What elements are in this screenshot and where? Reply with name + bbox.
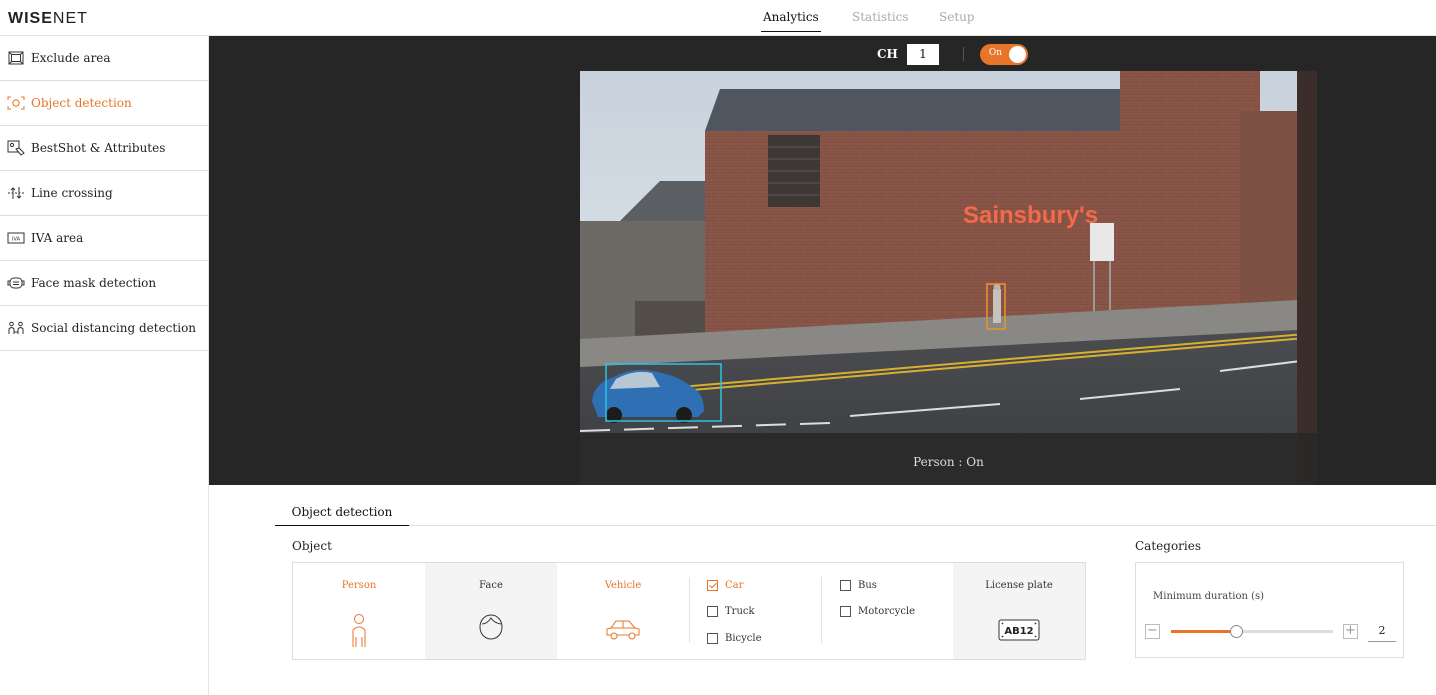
sidebar-item-face-mask[interactable]: Face mask detection: [0, 261, 208, 306]
object-vehicle-label: Vehicle: [604, 580, 642, 591]
object-license-plate-label: License plate: [985, 580, 1053, 591]
toggle-label: On: [988, 47, 1003, 58]
object-detection-icon: [7, 95, 25, 111]
camera-image: Sainsbury's: [580, 71, 1317, 485]
checkbox-box: [840, 606, 851, 617]
checkbox-box: [840, 580, 851, 591]
channel-bar: CH 1 On: [877, 43, 1028, 65]
object-face-label: Face: [479, 580, 503, 591]
checkbox-box: [707, 580, 718, 591]
categories-panel: Minimum duration (s) − + 2: [1135, 562, 1404, 658]
slider-fill: [1171, 630, 1236, 633]
checkbox-motorcycle[interactable]: Motorcycle: [840, 606, 915, 617]
video-panel: CH 1 On Sainsbury's Person: On: [209, 36, 1436, 485]
sidebar-item-label: Line crossing: [31, 186, 113, 200]
sidebar-item-social-distancing[interactable]: Social distancing detection: [0, 306, 208, 351]
sidebar-item-label: Exclude area: [31, 51, 111, 65]
overlay-caption: Person : On: [580, 433, 1317, 485]
checkbox-label: Bus: [858, 580, 877, 591]
overlay-text: Person : On: [913, 455, 984, 469]
sidebar: Exclude area Object detection BestShot &…: [0, 36, 209, 695]
sidebar-item-exclude-area[interactable]: Exclude area: [0, 36, 208, 81]
checkbox-truck[interactable]: Truck: [707, 606, 755, 617]
exclude-area-icon: [7, 50, 25, 66]
categories-section-label: Categories: [1135, 539, 1201, 553]
sidebar-item-line-crossing[interactable]: Line crossing: [0, 171, 208, 216]
checkbox-label: Motorcycle: [858, 606, 916, 617]
object-selector: Person Face Vehicle Car Truck Bicycle Bu…: [292, 562, 1086, 660]
checkbox-bicycle[interactable]: Bicycle: [707, 633, 762, 644]
license-plate-icon: AB12: [998, 619, 1040, 644]
checkbox-bus[interactable]: Bus: [840, 580, 877, 591]
sidebar-item-label: Face mask detection: [31, 276, 157, 290]
checkbox-label: Car: [725, 580, 744, 591]
checkbox-label: Truck: [725, 606, 755, 617]
divider: [962, 47, 964, 61]
config-tabs: Object detection: [275, 500, 1436, 526]
person-icon: [349, 613, 369, 652]
toggle-knob: [1008, 45, 1026, 63]
min-duration-label: Minimum duration (s): [1153, 591, 1265, 602]
object-person[interactable]: Person: [293, 563, 425, 659]
face-mask-icon: [7, 275, 25, 291]
object-vehicle[interactable]: Vehicle: [557, 563, 689, 659]
analytics-toggle[interactable]: On: [979, 43, 1028, 65]
sidebar-item-object-detection[interactable]: Object detection: [0, 81, 208, 126]
tab-statistics[interactable]: Statistics: [852, 10, 909, 24]
plate-text: AB12: [1004, 626, 1033, 637]
face-icon: [478, 613, 504, 644]
checkbox-car[interactable]: Car: [707, 580, 743, 591]
line-crossing-icon: [7, 185, 25, 201]
channel-label: CH: [877, 47, 898, 61]
sidebar-item-bestshot[interactable]: BestShot & Attributes: [0, 126, 208, 171]
store-sign: Sainsbury's: [963, 202, 1098, 229]
sidebar-item-iva-area[interactable]: IVA IVA area: [0, 216, 208, 261]
sidebar-item-label: Social distancing detection: [31, 321, 197, 335]
tab-setup[interactable]: Setup: [939, 10, 975, 24]
channel-input[interactable]: 1: [906, 43, 939, 65]
decrease-button[interactable]: −: [1145, 624, 1160, 639]
car-icon: [605, 619, 641, 644]
tab-object-detection[interactable]: Object detection: [275, 505, 409, 526]
bestshot-icon: [7, 140, 25, 156]
iva-area-icon: IVA: [7, 230, 25, 246]
slider-thumb[interactable]: [1229, 625, 1243, 638]
object-face[interactable]: Face: [425, 563, 557, 659]
object-person-label: Person: [341, 580, 377, 591]
sidebar-item-label: Object detection: [31, 96, 132, 110]
checkbox-label: Bicycle: [725, 633, 762, 644]
object-license-plate[interactable]: License plate AB12: [953, 563, 1085, 659]
min-duration-slider[interactable]: [1171, 625, 1333, 638]
svg-text:IVA: IVA: [12, 237, 21, 243]
divider: [821, 577, 822, 643]
sidebar-item-label: IVA area: [31, 231, 84, 245]
min-duration-value[interactable]: 2: [1368, 620, 1396, 642]
checkbox-box: [707, 606, 718, 617]
sidebar-item-label: BestShot & Attributes: [31, 141, 166, 155]
top-bar: WISENET Analytics Statistics Setup: [0, 0, 1436, 36]
camera-view[interactable]: Sainsbury's Person: On: [580, 71, 1317, 485]
object-section-label: Object: [292, 539, 332, 553]
increase-button[interactable]: +: [1343, 624, 1358, 639]
social-distancing-icon: [7, 320, 25, 336]
checkbox-box: [707, 633, 718, 644]
tab-analytics[interactable]: Analytics: [761, 10, 821, 32]
divider: [689, 577, 690, 643]
top-navigation: Analytics Statistics Setup: [0, 0, 1436, 36]
